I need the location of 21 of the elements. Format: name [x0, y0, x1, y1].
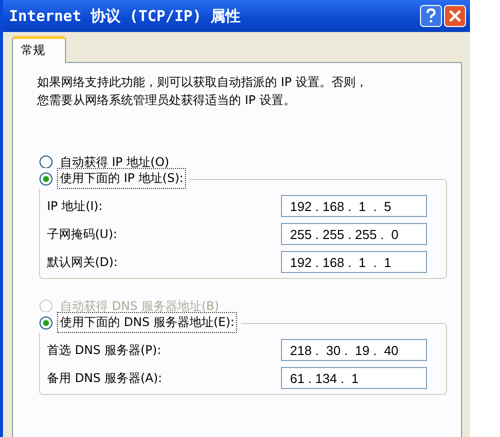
ip-address-field[interactable]: 192 . 168 . 1 . 5	[281, 195, 427, 217]
field-label: 备用 DNS 服务器(A):	[47, 370, 162, 386]
close-button[interactable]	[444, 5, 466, 27]
radio-button[interactable]	[39, 155, 53, 169]
ip-address-field[interactable]: 192 . 168 . 1 . 1	[281, 251, 427, 273]
tab[interactable]: 常规	[12, 36, 66, 63]
window-title: Internet 协议 (TCP/IP) 属性	[9, 6, 241, 26]
intro-text: 如果网络支持此功能，则可以获取自动指派的 IP 设置。否则，	[37, 74, 368, 91]
help-button[interactable]	[420, 5, 442, 27]
radio-button[interactable]	[39, 316, 53, 330]
field-label: 首选 DNS 服务器(P):	[47, 342, 162, 358]
ip-address-field[interactable]: 218 . 30 . 19 . 40	[281, 339, 427, 361]
radio-label[interactable]: 使用下面的 IP 地址(S):	[57, 168, 186, 189]
field-label: 子网掩码(U):	[47, 226, 118, 242]
field-label: IP 地址(I):	[47, 198, 103, 214]
field-label: 默认网关(D):	[47, 254, 118, 270]
intro-text: 您需要从网络系统管理员处获得适当的 IP 设置。	[37, 92, 296, 109]
radio-label[interactable]: 使用下面的 DNS 服务器地址(E):	[57, 312, 238, 333]
ip-address-field[interactable]: 255 . 255 . 255 . 0	[281, 223, 427, 245]
ip-address-field[interactable]: 61 . 134 . 1	[281, 367, 427, 389]
radio-button[interactable]	[39, 172, 53, 186]
